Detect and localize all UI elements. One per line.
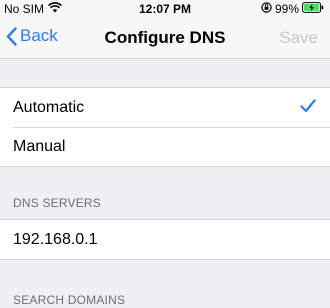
navigation-bar: Back Configure DNS Save [0,18,330,59]
option-label: Automatic [13,98,85,116]
option-automatic[interactable]: Automatic [0,88,330,127]
checkmark-icon [300,99,316,118]
orientation-lock-icon [261,2,272,16]
dns-server-entry[interactable]: 192.168.0.1 [0,220,330,259]
status-bar: No SIM 12:07 PM 99% [0,0,330,18]
option-manual[interactable]: Manual [0,127,330,166]
save-button[interactable]: Save [279,28,318,48]
status-right: 99% [261,2,324,16]
dns-servers-header: DNS SERVERS [13,196,102,210]
dns-server-address: 192.168.0.1 [13,230,98,248]
battery-charging-icon [302,2,324,16]
option-label: Manual [13,137,66,155]
dns-servers-group: 192.168.0.1 [0,219,330,260]
search-domains-header: SEARCH DOMAINS [13,293,126,307]
dns-mode-group: Automatic Manual [0,87,330,167]
battery-percent: 99% [274,2,299,16]
